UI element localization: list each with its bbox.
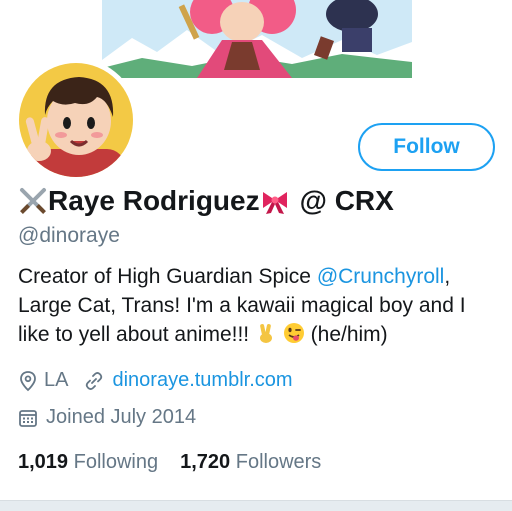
avatar[interactable] <box>14 58 138 182</box>
profile-stats: 1,019 Following 1,720 Followers <box>18 451 321 474</box>
mention-link[interactable]: @Crunchyroll <box>317 265 445 288</box>
website-link[interactable]: dinoraye.tumblr.com <box>112 369 292 392</box>
joined-row: Joined July 2014 <box>18 406 196 429</box>
display-name-text: Raye Rodriguez <box>48 185 260 216</box>
location-text: LA <box>44 369 69 391</box>
joined-text: Joined July 2014 <box>46 406 197 428</box>
victory-hand-icon <box>255 322 277 352</box>
ribbon-icon <box>260 186 290 216</box>
location-pin-icon <box>18 370 38 392</box>
following-count: 1,019 <box>18 451 69 473</box>
display-name: Raye Rodriguez @ CRX <box>18 184 394 218</box>
section-divider <box>0 500 512 511</box>
crossed-swords-icon <box>18 186 48 216</box>
bio-text-1: Creator of High Guardian Spice <box>18 265 317 288</box>
followers-label: Followers <box>235 451 322 473</box>
header-banner[interactable] <box>102 0 412 78</box>
bio-text-3: (he/him) <box>304 323 388 346</box>
display-name-suffix: @ CRX <box>299 185 394 216</box>
following-label: Following <box>73 451 159 473</box>
location-website-row: LA dinoraye.tumblr.com <box>18 369 293 392</box>
followers-count: 1,720 <box>180 451 231 473</box>
bio: Creator of High Guardian Spice @Crunchyr… <box>18 262 498 352</box>
calendar-icon <box>18 408 38 428</box>
followers-stat[interactable]: 1,720 Followers <box>180 451 321 474</box>
follow-button[interactable]: Follow <box>358 123 495 171</box>
handle: @dinoraye <box>18 224 120 247</box>
winking-tongue-face-icon <box>283 322 305 352</box>
following-stat[interactable]: 1,019 Following <box>18 451 158 474</box>
link-icon <box>84 371 104 391</box>
